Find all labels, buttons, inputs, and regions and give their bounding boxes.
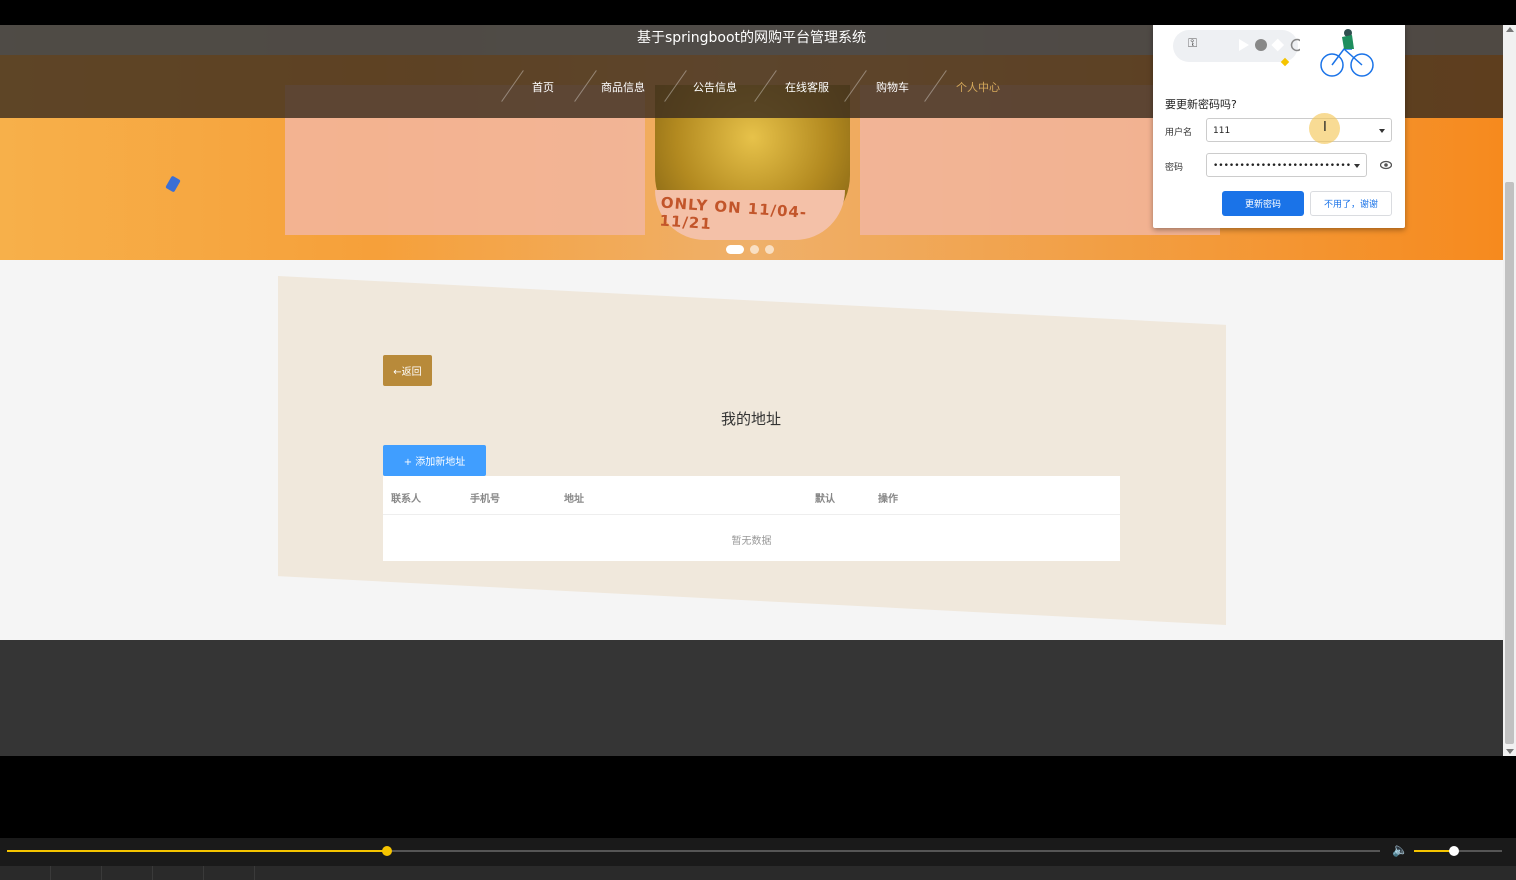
username-field[interactable]: 111 bbox=[1206, 118, 1392, 142]
password-value: •••••••••••••••••••••••••• bbox=[1213, 161, 1352, 171]
eye-icon[interactable] bbox=[1380, 160, 1392, 170]
page-footer bbox=[0, 640, 1503, 756]
nav-item-home[interactable]: 首页 bbox=[532, 79, 554, 95]
nav-item-cart[interactable]: 购物车 bbox=[876, 79, 909, 95]
empty-state-text: 暂无数据 bbox=[731, 536, 772, 547]
taskbar-item[interactable] bbox=[102, 866, 153, 880]
volume-slider-level bbox=[1414, 850, 1454, 852]
column-header-phone: 手机号 bbox=[470, 494, 500, 505]
cyclist-illustration bbox=[1320, 29, 1374, 77]
scroll-down-arrow-icon[interactable] bbox=[1506, 749, 1514, 754]
taskbar-item[interactable] bbox=[204, 866, 255, 880]
volume-icon[interactable]: 🔈 bbox=[1392, 843, 1408, 858]
username-value: 111 bbox=[1213, 126, 1231, 136]
update-password-dialog: ⚿ 要更新密码吗? 用户名 111 密码 •••••••••••••••••••… bbox=[1153, 25, 1405, 228]
nav-item-announcements[interactable]: 公告信息 bbox=[693, 79, 737, 95]
taskbar-item[interactable] bbox=[153, 866, 204, 880]
carousel-indicators[interactable] bbox=[726, 239, 780, 258]
carousel-dot-2[interactable] bbox=[750, 245, 759, 254]
column-header-contact: 联系人 bbox=[391, 494, 421, 505]
nav-divider bbox=[754, 70, 777, 102]
nav-item-products[interactable]: 商品信息 bbox=[601, 79, 645, 95]
nav-divider bbox=[574, 70, 597, 102]
column-header-address: 地址 bbox=[564, 494, 584, 505]
nav-item-personal-center[interactable]: 个人中心 bbox=[956, 79, 1000, 95]
password-label: 密码 bbox=[1165, 163, 1184, 173]
update-password-button[interactable]: 更新密码 bbox=[1222, 191, 1304, 216]
scrollbar-thumb[interactable] bbox=[1505, 182, 1514, 744]
add-address-button[interactable]: + 添加新地址 bbox=[383, 445, 486, 476]
page-title: 我的地址 bbox=[720, 410, 781, 428]
nav-divider bbox=[844, 70, 867, 102]
column-header-actions: 操作 bbox=[878, 494, 898, 505]
address-table: 联系人 手机号 地址 默认 操作 暂无数据 bbox=[383, 476, 1120, 561]
no-thanks-button[interactable]: 不用了，谢谢 bbox=[1310, 191, 1392, 216]
nav-divider bbox=[664, 70, 687, 102]
banner-decor-mark bbox=[165, 175, 181, 193]
chevron-down-icon[interactable] bbox=[1354, 164, 1360, 168]
scroll-up-arrow-icon[interactable] bbox=[1506, 27, 1514, 32]
chevron-down-icon[interactable] bbox=[1379, 129, 1385, 133]
carousel-dot-1[interactable] bbox=[726, 245, 744, 254]
update-password-question: 要更新密码吗? bbox=[1165, 98, 1237, 111]
password-field[interactable]: •••••••••••••••••••••••••• bbox=[1206, 153, 1367, 177]
table-divider bbox=[383, 514, 1120, 515]
taskbar bbox=[0, 866, 1516, 880]
username-label: 用户名 bbox=[1165, 128, 1193, 138]
back-button[interactable]: ←返回 bbox=[383, 355, 432, 386]
key-icon: ⚿ bbox=[1188, 36, 1198, 50]
nav-item-online-service[interactable]: 在线客服 bbox=[785, 79, 829, 95]
carousel-dot-3[interactable] bbox=[765, 245, 774, 254]
volume-handle[interactable] bbox=[1448, 846, 1459, 856]
nav-divider bbox=[924, 70, 947, 102]
nav-divider bbox=[501, 70, 524, 102]
column-header-default: 默认 bbox=[815, 494, 835, 505]
seek-bar-progress bbox=[7, 850, 388, 852]
dots-illustration bbox=[1239, 38, 1300, 52]
seek-handle[interactable] bbox=[382, 846, 393, 856]
taskbar-item[interactable] bbox=[0, 866, 51, 880]
taskbar-item[interactable] bbox=[51, 866, 102, 880]
text-cursor-icon: I bbox=[1323, 120, 1327, 135]
